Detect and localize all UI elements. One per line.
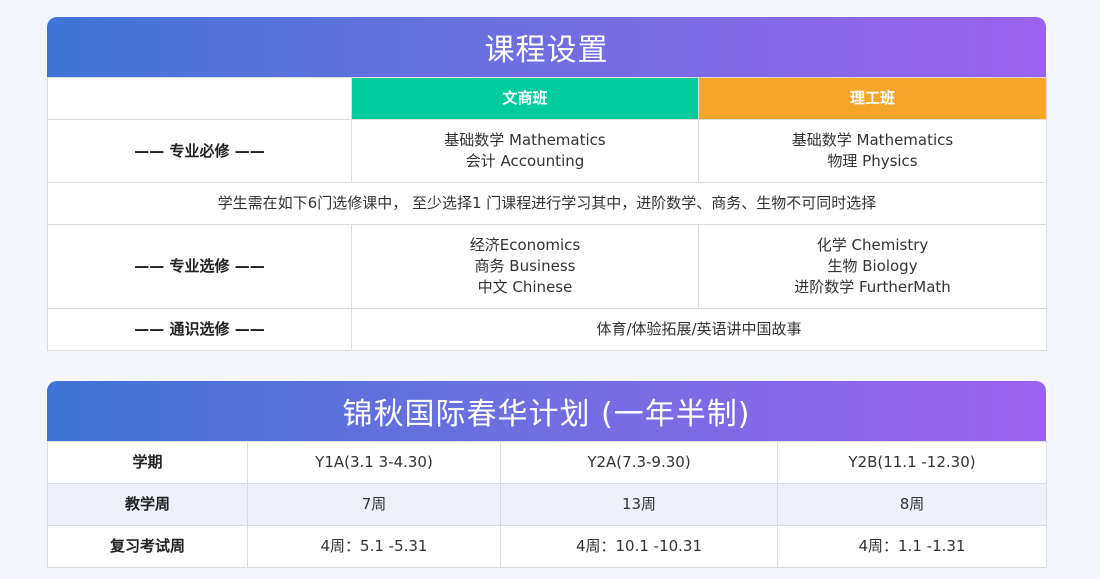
teaching-weeks-cell: 8周 xyxy=(777,483,1047,526)
curriculum-header-row: 文商班 理工班 xyxy=(47,77,1047,120)
term-cell: Y2B(11.1 -12.30) xyxy=(777,441,1047,484)
term-cell: Y1A(3.1 3-4.30) xyxy=(247,441,501,484)
required-science-cell: 基础数学 Mathematics 物理 Physics xyxy=(698,119,1047,183)
course-item: 经济Economics xyxy=(469,236,581,254)
header-business-class: 文商班 xyxy=(351,77,699,120)
program-table: 学期 Y1A(3.1 3-4.30) Y2A(7.3-9.30) Y2B(11.… xyxy=(47,441,1047,568)
exam-weeks-cell: 4周：10.1 -10.31 xyxy=(500,525,778,568)
term-row: 学期 Y1A(3.1 3-4.30) Y2A(7.3-9.30) Y2B(11.… xyxy=(47,441,1047,484)
course-item: 进阶数学 FurtherMath xyxy=(794,278,951,296)
elective-business-cell: 经济Economics 商务 Business 中文 Chinese xyxy=(351,224,699,309)
course-item: 基础数学 Mathematics xyxy=(791,131,954,149)
header-science-class: 理工班 xyxy=(698,77,1047,120)
general-row: —— 通识选修 —— 体育/体验拓展/英语讲中国故事 xyxy=(47,308,1047,351)
exam-weeks-cell: 4周：5.1 -5.31 xyxy=(247,525,501,568)
general-value: 体育/体验拓展/英语讲中国故事 xyxy=(351,308,1047,351)
term-label: 学期 xyxy=(47,441,248,484)
curriculum-card: 课程设置 文商班 理工班 —— 专业必修 —— 基础数学 Mathematics… xyxy=(47,17,1047,351)
course-item: 物理 Physics xyxy=(827,152,918,170)
elective-label: —— 专业选修 —— xyxy=(47,224,352,309)
course-item: 基础数学 Mathematics xyxy=(444,131,606,149)
curriculum-title: 课程设置 xyxy=(47,17,1046,77)
teaching-weeks-cell: 13周 xyxy=(500,483,778,526)
exam-weeks-label: 复习考试周 xyxy=(47,525,248,568)
required-label: —— 专业必修 —— xyxy=(47,119,352,183)
program-title: 锦秋国际春华计划 (一年半制) xyxy=(47,381,1046,441)
general-label: —— 通识选修 —— xyxy=(47,308,352,351)
teaching-weeks-label: 教学周 xyxy=(47,483,248,526)
teaching-weeks-row: 教学周 7周 13周 8周 xyxy=(47,483,1047,526)
teaching-weeks-cell: 7周 xyxy=(247,483,501,526)
elective-note: 学生需在如下6门选修课中， 至少选择1 门课程进行学习其中，进阶数学、商务、生物… xyxy=(47,182,1047,225)
course-item: 商务 Business xyxy=(474,257,576,275)
course-item: 生物 Biology xyxy=(827,257,918,275)
elective-science-cell: 化学 Chemistry 生物 Biology 进阶数学 FurtherMath xyxy=(698,224,1047,309)
required-business-cell: 基础数学 Mathematics 会计 Accounting xyxy=(351,119,699,183)
course-item: 中文 Chinese xyxy=(477,278,573,296)
required-row: —— 专业必修 —— 基础数学 Mathematics 会计 Accountin… xyxy=(47,119,1047,183)
program-card: 锦秋国际春华计划 (一年半制) 学期 Y1A(3.1 3-4.30) Y2A(7… xyxy=(47,381,1047,568)
header-empty-cell xyxy=(47,77,352,120)
note-row: 学生需在如下6门选修课中， 至少选择1 门课程进行学习其中，进阶数学、商务、生物… xyxy=(47,182,1047,225)
curriculum-table: 文商班 理工班 —— 专业必修 —— 基础数学 Mathematics 会计 A… xyxy=(47,77,1047,351)
exam-weeks-cell: 4周：1.1 -1.31 xyxy=(777,525,1047,568)
exam-weeks-row: 复习考试周 4周：5.1 -5.31 4周：10.1 -10.31 4周：1.1… xyxy=(47,525,1047,568)
course-item: 化学 Chemistry xyxy=(816,236,929,254)
elective-row: —— 专业选修 —— 经济Economics 商务 Business 中文 Ch… xyxy=(47,224,1047,309)
term-cell: Y2A(7.3-9.30) xyxy=(500,441,778,484)
course-item: 会计 Accounting xyxy=(465,152,585,170)
